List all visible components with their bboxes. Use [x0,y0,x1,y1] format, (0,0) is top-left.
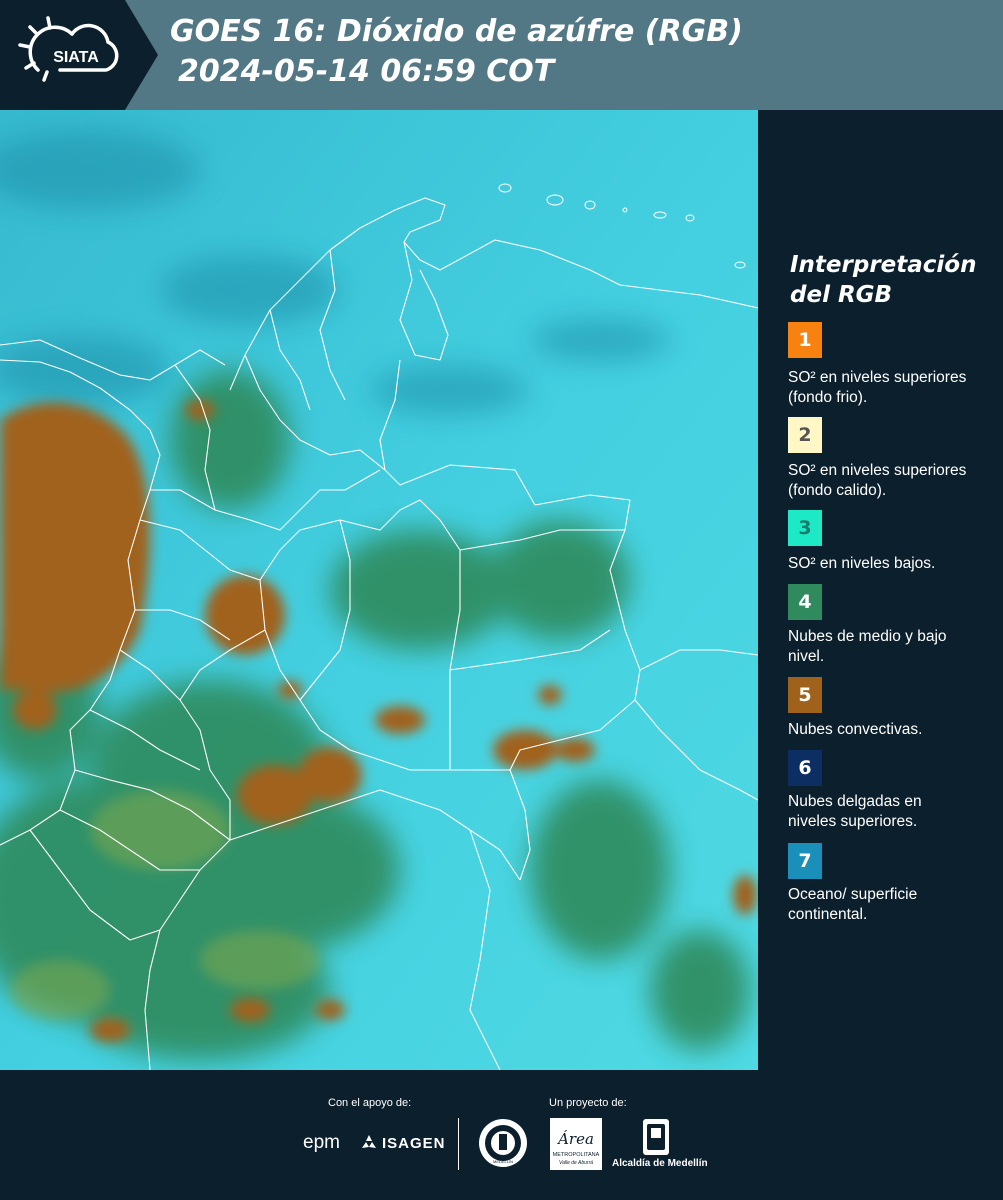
alcaldia-emblem-icon [643,1119,669,1155]
legend-label-6: Nubes delgadas en niveles superiores. [788,793,922,830]
legend-swatch-5: 5 [788,677,822,713]
alcaldia-text: Alcaldía de Medellín [612,1158,708,1169]
project-label: Un proyecto de: [549,1097,627,1109]
legend-swatch-6: 6 [788,750,822,786]
legend-number: 5 [798,684,812,706]
legend-swatch-7: 7 [788,843,822,879]
legend-swatch-1: 1 [788,322,822,358]
svg-text:SIATA: SIATA [53,49,99,66]
header-bar: SIATA GOES 16: Dióxido de azúfre (RGB) 2… [0,0,1003,110]
svg-text:MEDELLÍN: MEDELLÍN [493,1159,513,1164]
isagen-text: ISAGEN [382,1134,446,1152]
legend-label-5: Nubes convectivas. [788,721,923,738]
legend-panel: Interpretación del RGB 1 SO² en niveles … [758,110,1003,1070]
legend-label-3: SO² en niveles bajos. [788,555,936,572]
siata-logo: SIATA [18,16,119,82]
satellite-image [0,110,758,1070]
medellin-seal-icon: MEDELLÍN [479,1119,527,1167]
legend-swatch-2: 2 [788,417,822,453]
legend-number: 2 [798,424,812,446]
legend-title: Interpretación del RGB [790,252,977,308]
title-product: GOES 16: Dióxido de azúfre (RGB) [170,14,743,49]
epm-logo: epm [303,1132,340,1153]
area-metropolitana-logo: Área METROPOLITANA Valle de Aburrá [550,1118,602,1170]
legend-number: 7 [798,850,812,872]
isagen-mark-icon [362,1135,376,1148]
legend-label-1: SO² en niveles superiores (fondo frio). [788,369,967,406]
svg-text:METROPOLITANA: METROPOLITANA [553,1152,600,1158]
legend-number: 6 [798,757,812,779]
svg-text:Área: Área [556,1130,594,1148]
legend-number: 3 [798,517,812,539]
legend-swatch-4: 4 [788,584,822,620]
legend-swatch-3: 3 [788,510,822,546]
footer: Con el apoyo de: Un proyecto de: epm ISA… [0,1070,1003,1200]
footer-divider [458,1118,459,1170]
title-timestamp: 2024-05-14 06:59 COT [178,54,555,89]
legend-label-4: Nubes de medio y bajo nivel. [788,628,947,665]
legend-label-7: Oceano/ superficie continental. [788,886,918,923]
isagen-logo: ISAGEN [360,1134,446,1152]
legend-label-2: SO² en niveles superiores (fondo calido)… [788,462,967,499]
support-label: Con el apoyo de: [328,1097,412,1109]
legend-number: 4 [798,591,812,613]
svg-text:Valle de Aburrá: Valle de Aburrá [559,1160,593,1166]
legend-number: 1 [798,329,812,351]
